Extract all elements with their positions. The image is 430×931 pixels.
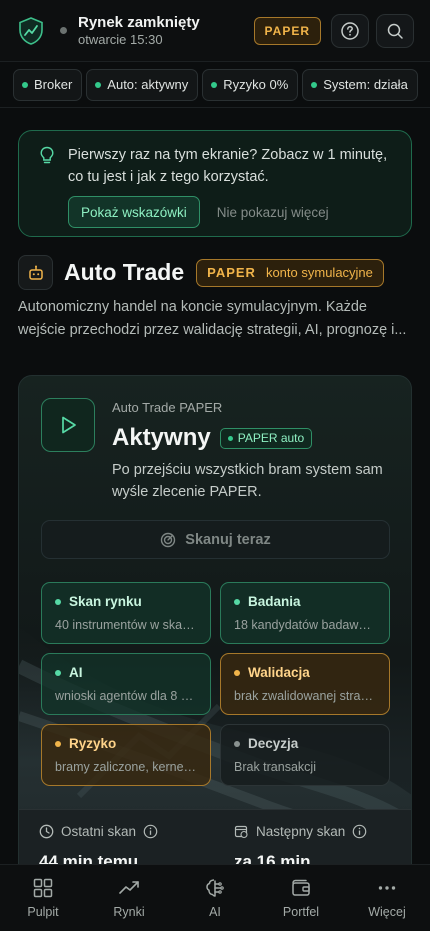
stage-title: Walidacja [248,665,310,680]
chip-broker[interactable]: Broker [13,68,83,101]
stage-title: AI [69,665,83,680]
stage-subtitle: wnioski agentów dla 8 z... [55,689,197,703]
status-dot [227,435,233,441]
stage-subtitle: Brak transakcji [234,760,316,774]
stage-subtitle: bramy zaliczone, kernel ... [55,760,197,774]
stage-dot [55,598,61,605]
status-dot [311,81,318,88]
auto-trade-status-text: Aktywny [112,424,211,451]
nav-markets[interactable]: Rynki [86,865,172,931]
clock-icon [39,824,54,839]
paper-auto-badge: PAPER auto [219,427,313,449]
stage-dot [234,740,240,747]
nav-portfolio[interactable]: Portfel [258,865,344,931]
paper-auto-label: PAPER auto [237,431,305,445]
onboarding-tip: Pierwszy raz na tym ekranie? Zobacz w 1 … [18,130,412,237]
scan-now-label: Skanuj teraz [185,531,271,548]
info-icon[interactable] [143,824,158,839]
stage-subtitle: 18 kandydatów badawczych [234,618,376,632]
bottom-navigation: Pulpit Rynki AI Portfel Więcej [0,864,430,931]
stage-tile-validation[interactable]: Walidacja brak zwalidowanej strategii [220,653,390,715]
nav-more[interactable]: Więcej [344,865,430,931]
last-scan-label: Ostatni skan [61,824,137,839]
page-description: Autonomiczny handel na koncie symulacyjn… [18,299,407,338]
more-icon [378,886,396,890]
nav-label: Portfel [282,905,320,919]
stage-dot [234,598,240,605]
chip-label: Ryzyko 0% [223,77,289,92]
stage-title: Ryzyko [69,736,117,751]
next-scan-label: Następny skan [256,824,346,839]
start-stop-button[interactable] [41,398,95,452]
market-status-subtitle: otwarcie 15:30 [78,31,163,47]
nav-ai[interactable]: AI [172,865,258,931]
search-button[interactable] [376,13,414,48]
status-dot [22,81,28,88]
account-mode-label: PAPER [207,265,256,280]
status-chips: Broker Auto: aktywny Ryzyko 0% System: d… [0,62,430,108]
stage-title: Decyzja [248,736,299,751]
auto-trade-card: Auto Trade PAPER Aktywny PAPER auto Po p… [18,375,412,895]
stage-dot [55,669,61,676]
stage-tile-ai[interactable]: AI wnioski agentów dla 8 z... [41,653,211,715]
stage-dot [55,740,61,747]
market-status-title: Rynek zamknięty [78,13,200,31]
market-status-dot [60,27,67,34]
chip-system[interactable]: System: działa [302,68,418,101]
stage-title: Skan rynku [69,594,142,609]
account-mode-text: konto symulacyjne [265,265,373,280]
search-icon [387,23,403,39]
nav-label: Pulpit [27,905,59,919]
chip-label: System: działa [323,77,408,92]
paper-mode-badge[interactable]: PAPER [253,16,321,45]
help-icon [341,21,359,40]
nav-label: Rynki [113,905,145,919]
chip-risk[interactable]: Ryzyko 0% [202,68,299,101]
play-icon [62,416,76,434]
nav-label: AI [209,905,221,919]
tip-text: Pierwszy raz na tym ekranie? Zobacz w 1 … [68,147,388,185]
stage-subtitle: brak zwalidowanej strategii [234,689,376,703]
chip-auto[interactable]: Auto: aktywny [86,68,199,101]
page-header: Auto Trade PAPER konto symulacyjne [18,255,384,290]
shield-logo-icon [16,16,46,46]
account-mode-badge: PAPER konto symulacyjne [196,258,384,287]
chip-label: Broker [34,77,73,92]
radar-icon [161,532,176,547]
dismiss-tips-link[interactable]: Nie pokazuj więcej [217,205,329,220]
auto-trade-description: Po przejściu wszystkich bram system sam … [112,462,383,500]
calendar-clock-icon [234,825,248,839]
wallet-icon [292,879,310,896]
lightbulb-icon [39,146,55,188]
stage-tile-research[interactable]: Badania 18 kandydatów badawczych [220,582,390,644]
stage-tile-market-scan[interactable]: Skan rynku 40 instrumentów w skanerze [41,582,211,644]
robot-icon [18,255,53,290]
nav-label: Więcej [368,905,406,919]
show-tips-button[interactable]: Pokaż wskazówki [68,196,200,228]
info-icon[interactable] [352,824,367,839]
dashboard-icon [33,878,53,898]
stage-tile-risk[interactable]: Ryzyko bramy zaliczone, kernel ... [41,724,211,786]
card-kicker: Auto Trade PAPER [112,400,223,415]
stage-subtitle: 40 instrumentów w skanerze [55,618,197,632]
status-dot [95,81,102,88]
stage-title: Badania [248,594,301,609]
nav-dashboard[interactable]: Pulpit [0,865,86,931]
page-title: Auto Trade [64,259,185,285]
help-button[interactable] [331,13,369,48]
trend-icon [119,881,139,894]
market-status: Rynek zamknięty otwarcie 15:30 [78,14,254,48]
brain-icon [206,879,224,897]
scan-now-button[interactable]: Skanuj teraz [41,520,390,559]
chip-label: Auto: aktywny [107,77,189,92]
status-dot [211,81,218,88]
auto-trade-status: Aktywny PAPER auto [112,424,313,452]
stage-tile-decision[interactable]: Decyzja Brak transakcji [220,724,390,786]
app-header: Rynek zamknięty otwarcie 15:30 PAPER [0,0,430,62]
stage-dot [234,669,240,676]
